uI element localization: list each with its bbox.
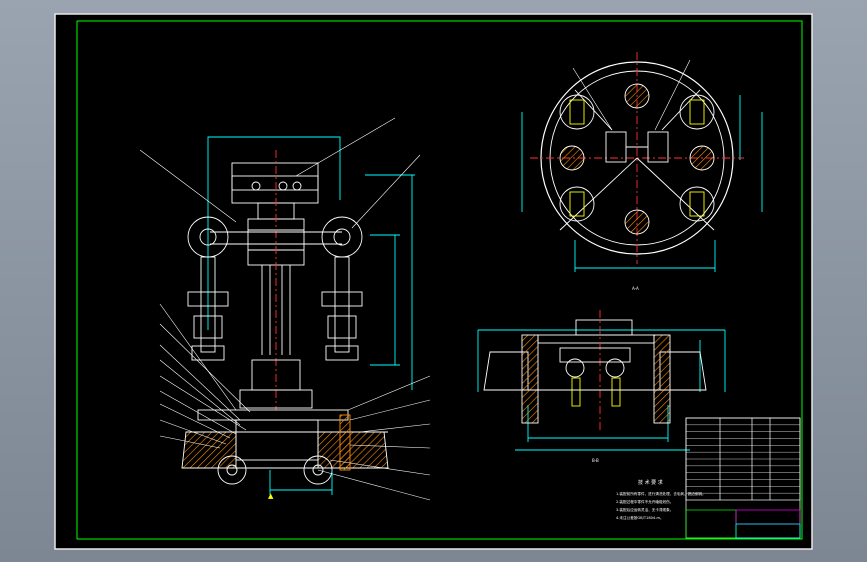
section-wall-right bbox=[653, 334, 671, 424]
drawing-sheet bbox=[54, 13, 813, 550]
section-view-label: B-B bbox=[592, 458, 599, 463]
post-hatched bbox=[689, 145, 715, 171]
note-line: 2.装配过程中零件不允许磕碰划伤。 bbox=[616, 499, 673, 504]
post-hatched bbox=[559, 145, 585, 171]
note-line: 4.未注公差按GB/T1804-m。 bbox=[616, 515, 664, 520]
base-skirt-left bbox=[181, 431, 237, 469]
note-line: 1.装配前所有零件，进行清洗处理，去毛刺、锐边倒钝。 bbox=[616, 491, 706, 496]
notes-heading: 技 术 要 求 bbox=[638, 479, 663, 486]
cad-drawing-canvas[interactable]: ▲ A-A B-B 技 术 要 求 1.装配前所有零件，进行清洗处理，去毛刺、锐… bbox=[0, 0, 867, 562]
section-mark: ▲ bbox=[268, 492, 274, 500]
base-skirt-right bbox=[317, 431, 389, 469]
post-hatched bbox=[624, 209, 650, 235]
note-line: 3.装配后应运转灵活，无卡滞现象。 bbox=[616, 507, 673, 512]
post-hatched bbox=[624, 83, 650, 109]
cad-viewport[interactable]: ▲ A-A B-B 技 术 要 求 1.装配前所有零件，进行清洗处理，去毛刺、锐… bbox=[0, 0, 867, 562]
section-wall-left bbox=[521, 334, 539, 424]
top-view-label: A-A bbox=[632, 286, 639, 291]
